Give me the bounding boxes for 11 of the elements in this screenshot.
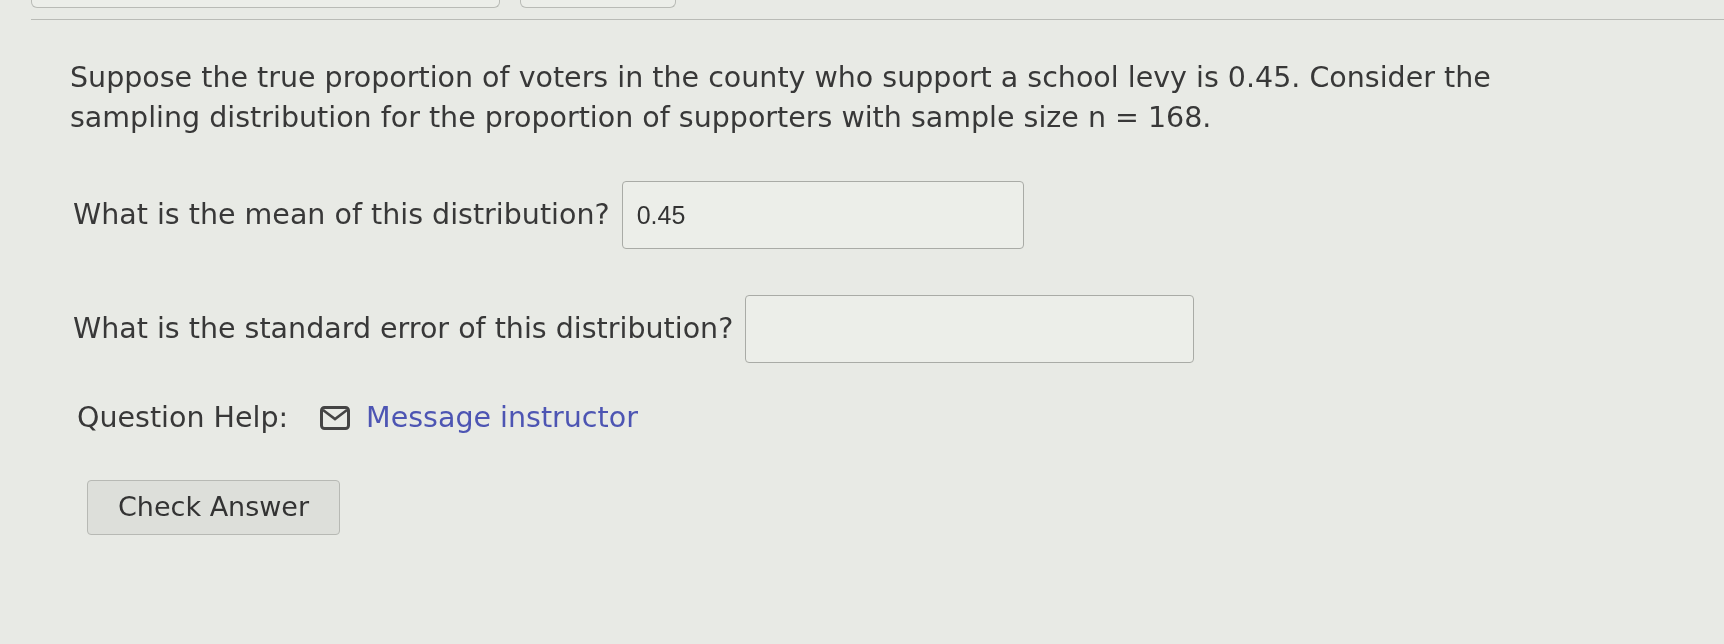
question-label: What is the mean of this distribution? <box>73 196 610 233</box>
message-instructor-link[interactable]: Message instructor <box>366 397 638 440</box>
envelope-icon[interactable] <box>320 406 351 431</box>
question-text: Suppose the true proportion of voters in the county who support a school levy is 0.45. Consider the sampling distribution for the proportion of supporters with sample size n = 168. <box>70 60 1492 136</box>
answer-field[interactable] <box>745 295 1195 363</box>
tab[interactable] <box>520 0 676 8</box>
question-label: What is the standard error of this distribution? <box>73 310 734 347</box>
help-label: Question Help: <box>77 400 289 436</box>
check-answer-button[interactable]: Check Answer <box>87 479 341 535</box>
answer-field[interactable]: 0.45 <box>621 181 1024 249</box>
tab[interactable] <box>31 0 500 8</box>
